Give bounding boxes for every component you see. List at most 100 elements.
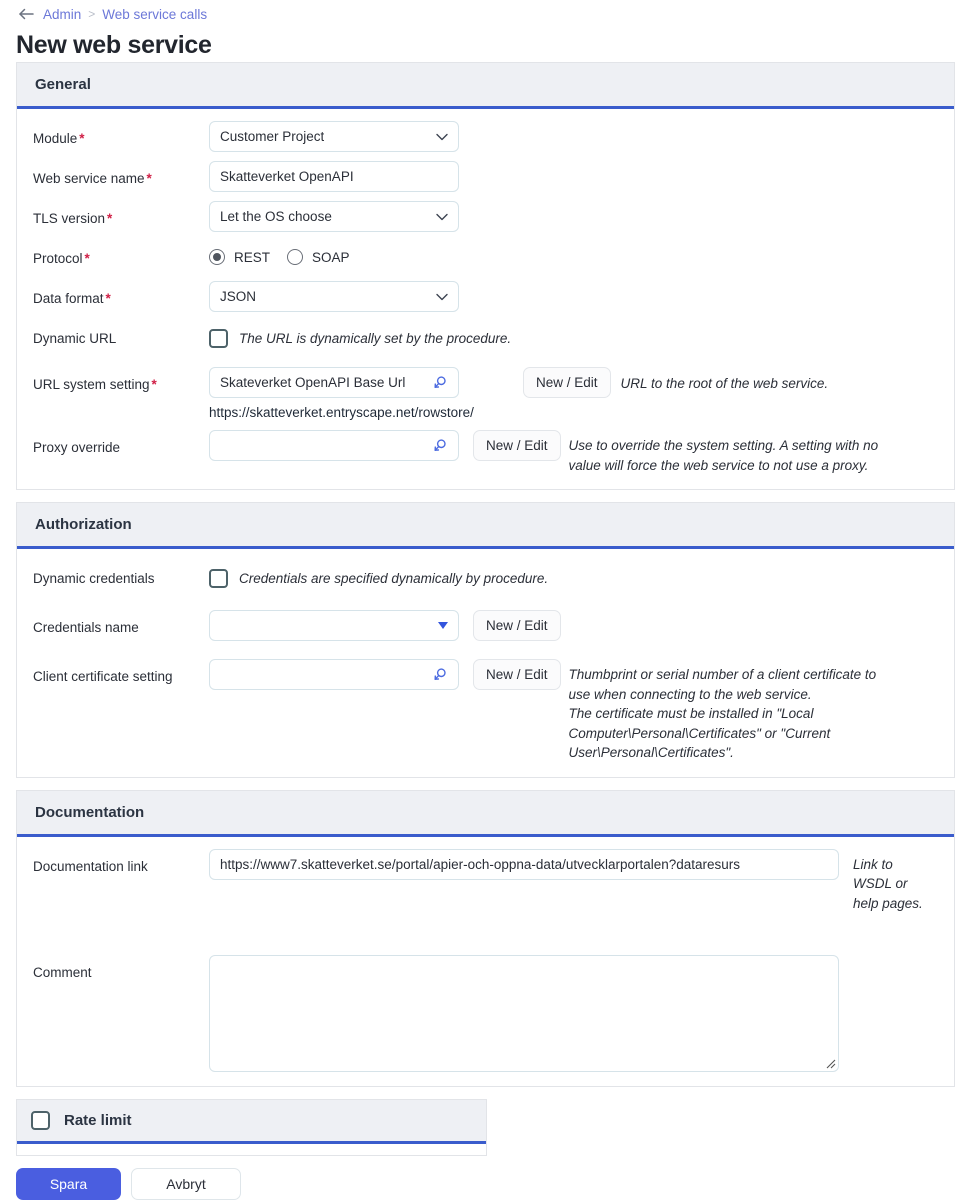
protocol-radio-group: REST SOAP <box>209 241 358 265</box>
row-tls-version: TLS version * Let the OS choose <box>17 201 954 241</box>
field-dynamic-url: The URL is dynamically set by the proced… <box>209 321 511 348</box>
field-url-system-setting: Skateverket OpenAPI Base Url New / Edit <box>209 367 828 420</box>
radio-soap[interactable] <box>287 249 304 265</box>
documentation-link-input[interactable]: https://www7.skatteverket.se/portal/apie… <box>209 848 839 880</box>
breadcrumb-separator: > <box>88 7 96 21</box>
label-web-service-name: Web service name * <box>33 161 209 187</box>
label-tls-version-text: TLS version <box>33 211 106 226</box>
web-service-name-value: Skatteverket OpenAPI <box>220 169 354 184</box>
chevron-down-icon <box>436 289 448 304</box>
documentation-link-helper-line-2: WSDL or <box>853 876 908 891</box>
required-marker: * <box>151 377 157 392</box>
label-module-text: Module <box>33 131 78 146</box>
back-arrow-icon[interactable] <box>16 6 36 22</box>
label-web-service-name-text: Web service name <box>33 171 145 186</box>
client-certificate-helper-line-4: Computer\Personal\Certificates" or "Curr… <box>568 725 831 741</box>
section-header-authorization: Authorization <box>17 502 954 549</box>
label-data-format-text: Data format <box>33 291 104 306</box>
web-service-name-input[interactable]: Skatteverket OpenAPI <box>209 161 459 192</box>
client-certificate-setting-helper: Thumbprint or serial number of a client … <box>569 659 877 763</box>
panel-body-documentation: Documentation link https://www7.skatteve… <box>17 837 954 1087</box>
tls-version-select[interactable]: Let the OS choose <box>209 201 459 232</box>
label-client-certificate-setting: Client certificate setting <box>33 669 173 684</box>
row-protocol: Protocol * REST SOAP <box>17 241 954 281</box>
label-url-system-setting: URL system setting * <box>33 367 209 393</box>
panel-general: General Module * Customer Project Web ser… <box>16 62 955 490</box>
section-header-rate-limit: Rate limit <box>17 1100 486 1144</box>
form-footer: Spara Avbryt <box>0 1156 963 1200</box>
comment-textarea[interactable] <box>209 955 839 1072</box>
tls-version-select-value: Let the OS choose <box>220 209 332 224</box>
required-marker: * <box>146 171 152 186</box>
client-certificate-helper-line-3: The certificate must be installed in "Lo… <box>568 706 814 721</box>
chevron-down-icon <box>436 209 448 224</box>
client-certificate-helper-line-1: Thumbprint or serial number of a client … <box>568 667 877 682</box>
section-header-documentation: Documentation <box>17 789 954 837</box>
lookup-search-icon[interactable] <box>432 667 448 683</box>
client-certificate-helper-line-2: use when connecting to the web service. <box>568 686 812 702</box>
dynamic-credentials-checkbox[interactable] <box>209 569 228 588</box>
save-button[interactable]: Spara <box>16 1168 121 1200</box>
section-header-general: General <box>17 62 954 109</box>
field-comment <box>209 955 839 1072</box>
field-web-service-name: Skatteverket OpenAPI <box>209 161 459 192</box>
row-web-service-name: Web service name * Skatteverket OpenAPI <box>17 161 954 201</box>
rate-limit-body <box>17 1144 486 1155</box>
breadcrumb-link-admin[interactable]: Admin <box>43 7 81 22</box>
cancel-button[interactable]: Avbryt <box>131 1168 241 1200</box>
client-certificate-setting-input[interactable] <box>209 659 459 690</box>
data-format-select-value: JSON <box>220 289 257 304</box>
field-dynamic-credentials: Credentials are specified dynamically by… <box>209 561 548 588</box>
required-marker: * <box>84 251 90 266</box>
data-format-select[interactable]: JSON <box>209 281 459 312</box>
row-data-format: Data format * JSON <box>17 281 954 321</box>
proxy-override-input[interactable] <box>209 430 459 461</box>
label-comment: Comment <box>33 965 92 980</box>
label-dynamic-url: Dynamic URL <box>33 331 117 346</box>
panel-body-general: Module * Customer Project Web service nam… <box>17 109 954 489</box>
dynamic-url-checkbox[interactable] <box>209 329 228 348</box>
module-select[interactable]: Customer Project <box>209 121 459 152</box>
field-documentation-link: https://www7.skatteverket.se/portal/apie… <box>209 848 945 914</box>
client-certificate-setting-new-edit-button[interactable]: New / Edit <box>473 659 561 690</box>
panel-documentation: Documentation Documentation link https:/… <box>16 789 955 1087</box>
credentials-name-new-edit-button[interactable]: New / Edit <box>473 610 561 641</box>
url-system-setting-helper: URL to the root of the web service. <box>620 376 829 391</box>
radio-soap-label: SOAP <box>312 249 350 265</box>
panel-body-authorization: Dynamic credentials Credentials are spec… <box>17 549 954 777</box>
dynamic-credentials-checkbox-row: Credentials are specified dynamically by… <box>209 561 548 588</box>
dynamic-url-checkbox-label: The URL is dynamically set by the proced… <box>239 331 512 346</box>
radio-rest[interactable] <box>209 249 225 265</box>
url-system-setting-resolved-url: https://skatteverket.entryscape.net/rows… <box>209 405 474 420</box>
field-protocol: REST SOAP <box>209 241 358 265</box>
field-data-format: JSON <box>209 281 459 312</box>
row-comment: Comment <box>17 955 954 1072</box>
row-documentation-link: Documentation link https://www7.skatteve… <box>17 848 954 914</box>
breadcrumb: Admin > Web service calls <box>0 0 963 24</box>
proxy-override-helper-line-2: value will force the web service to not … <box>568 457 869 473</box>
lookup-search-icon[interactable] <box>432 438 448 454</box>
credentials-name-combobox[interactable] <box>209 610 459 641</box>
proxy-override-helper: Use to override the system setting. A se… <box>569 430 879 475</box>
chevron-down-icon <box>436 129 448 144</box>
label-data-format: Data format * <box>33 281 209 307</box>
label-url-system-setting-text: URL system setting <box>33 377 150 392</box>
field-client-certificate-setting: New / Edit Thumbprint or serial number o… <box>209 659 876 763</box>
url-system-setting-new-edit-button[interactable]: New / Edit <box>523 367 611 398</box>
field-proxy-override: New / Edit Use to override the system se… <box>209 430 878 475</box>
field-module: Customer Project <box>209 121 459 152</box>
row-module: Module * Customer Project <box>17 121 954 161</box>
lookup-search-icon[interactable] <box>432 375 448 391</box>
triangle-down-icon[interactable] <box>438 622 448 629</box>
label-module: Module * <box>33 121 209 147</box>
module-select-value: Customer Project <box>220 129 325 144</box>
breadcrumb-link-web-service-calls[interactable]: Web service calls <box>102 7 207 22</box>
client-certificate-helper-line-5: User\Personal\Certificates". <box>568 745 734 760</box>
proxy-override-new-edit-button[interactable]: New / Edit <box>473 430 561 461</box>
panel-authorization: Authorization Dynamic credentials Creden… <box>16 502 955 778</box>
row-dynamic-url: Dynamic URL The URL is dynamically set b… <box>17 321 954 361</box>
url-system-setting-input[interactable]: Skateverket OpenAPI Base Url <box>209 367 459 398</box>
field-tls-version: Let the OS choose <box>209 201 459 232</box>
required-marker: * <box>105 291 111 306</box>
resize-grip-icon <box>826 1059 836 1069</box>
